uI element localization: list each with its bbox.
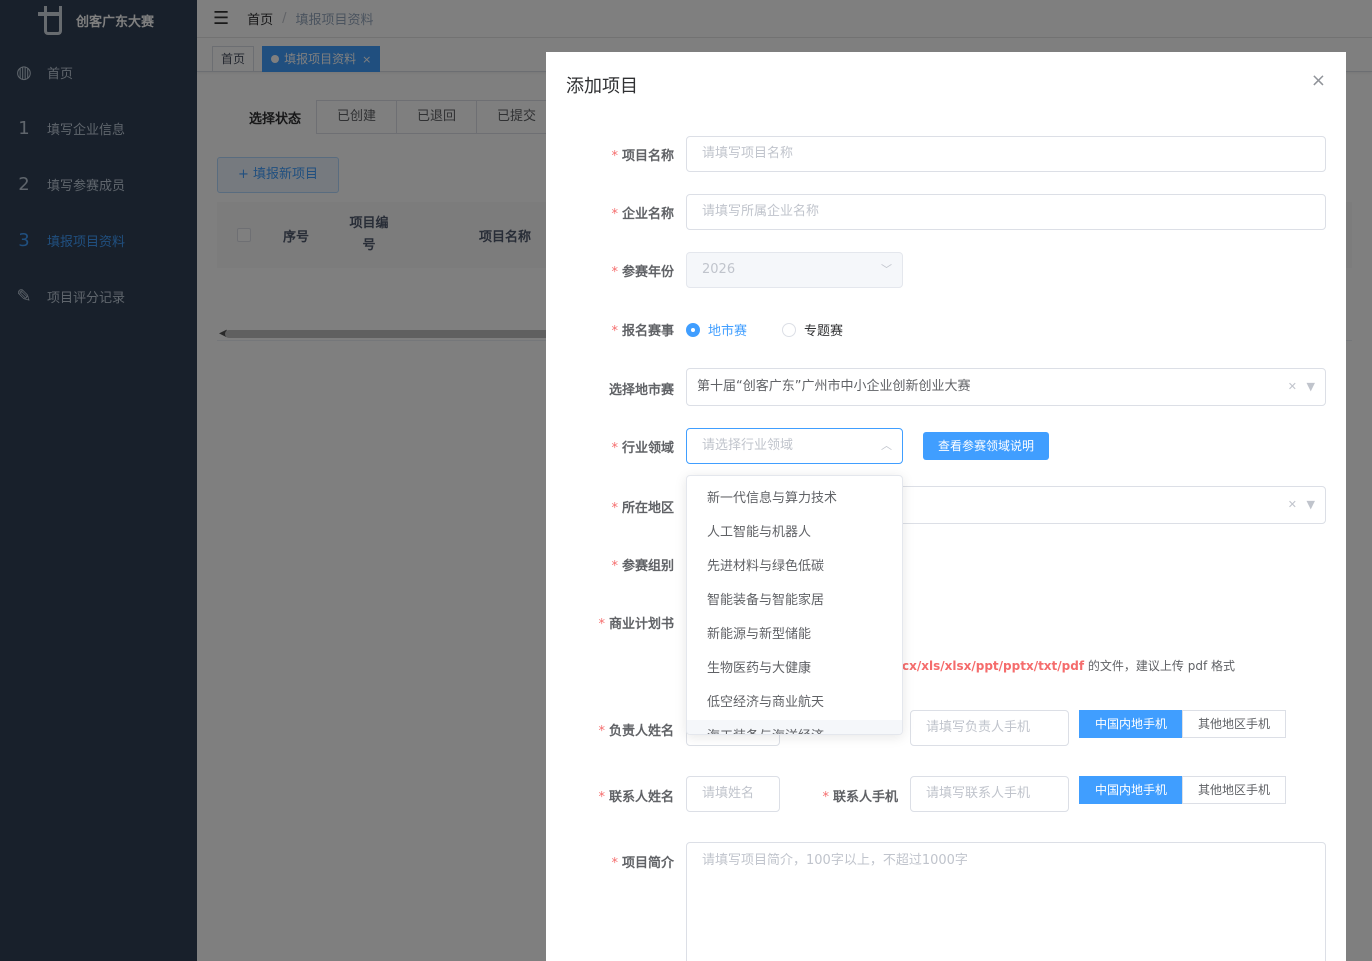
year-value: 2026 [702, 262, 736, 277]
contact-name-label: * 联系人姓名 [598, 790, 674, 805]
industry-label: * 行业领域 [611, 441, 674, 456]
business-plan-label: * 商业计划书 [598, 617, 674, 632]
upload-hint: cx/xls/xlsx/ppt/pptx/txt/pdf 的文件，建议上传 pd… [902, 659, 1235, 673]
radio-special-contest[interactable]: 专题赛 [782, 320, 843, 339]
contact-name-input[interactable]: 请填姓名 [686, 776, 780, 812]
project-name-label: * 项目名称 [611, 149, 674, 164]
close-icon[interactable]: × [1311, 70, 1326, 91]
company-name-label: * 企业名称 [611, 207, 674, 222]
group-label: * 参赛组别 [611, 559, 674, 574]
industry-dropdown: 新一代信息与算力技术 人工智能与机器人 先进材料与绿色低碳 智能装备与智能家居 … [686, 475, 903, 735]
radio-unchecked-icon [782, 322, 796, 337]
contact-phone-label: * 联系人手机 [822, 790, 898, 805]
contact-phone-type: 中国内地手机 其他地区手机 [1079, 776, 1287, 804]
intro-label: * 项目简介 [611, 856, 674, 871]
leader-label: * 负责人姓名 [598, 724, 674, 739]
year-select[interactable]: 2026 ﹀ [686, 252, 903, 288]
add-project-dialog: 添加项目 × * 项目名称 请填写项目名称 * 企业名称 请填写所属企业名称 * 参赛… [546, 52, 1346, 961]
contact-phone-other[interactable]: 其他地区手机 [1182, 776, 1287, 804]
industry-option[interactable]: 智能装备与智能家居 [687, 584, 902, 618]
contact-phone-input[interactable]: 请填写联系人手机 [910, 776, 1069, 812]
radio-city-contest[interactable]: 地市赛 [686, 320, 747, 339]
year-label: * 参赛年份 [611, 265, 674, 280]
contact-phone-mainland[interactable]: 中国内地手机 [1079, 776, 1184, 804]
chevron-down-icon: ﹀ [881, 263, 892, 276]
chevron-up-icon: ︿ [881, 439, 892, 452]
project-name-input[interactable]: 请填写项目名称 [686, 136, 1326, 172]
industry-placeholder: 请选择行业领域 [702, 438, 794, 453]
leader-phone-input[interactable]: 请填写负责人手机 [910, 710, 1069, 746]
leader-phone-mainland[interactable]: 中国内地手机 [1079, 710, 1184, 738]
leader-phone-type: 中国内地手机 其他地区手机 [1079, 710, 1287, 738]
industry-option[interactable]: 新能源与新型储能 [687, 618, 902, 652]
industry-select[interactable]: 请选择行业领域 ︿ [686, 428, 903, 464]
radio-checked-icon [686, 322, 700, 337]
city-contest-label: 选择地市赛 [608, 383, 674, 398]
clear-icon[interactable]: ✕ [1288, 369, 1297, 405]
clear-icon[interactable]: ✕ [1288, 487, 1297, 523]
industry-option[interactable]: 先进材料与绿色低碳 [687, 550, 902, 584]
city-contest-select[interactable]: 第十届“创客广东”广州市中小企业创新创业大赛 ✕ ▼ [686, 368, 1326, 406]
caret-down-icon: ▼ [1306, 380, 1315, 393]
leader-phone-other[interactable]: 其他地区手机 [1182, 710, 1287, 738]
company-name-input[interactable]: 请填写所属企业名称 [686, 194, 1326, 230]
industry-option[interactable]: 新一代信息与算力技术 [687, 482, 902, 516]
dialog-title: 添加项目 [566, 76, 638, 97]
industry-option[interactable]: 低空经济与商业航天 [687, 686, 902, 720]
competition-label: * 报名赛事 [611, 324, 674, 339]
industry-help-button[interactable]: 查看参赛领域说明 [923, 432, 1050, 460]
intro-textarea[interactable]: 请填写项目简介，100字以上，不超过1000字 [686, 842, 1326, 961]
caret-down-icon: ▼ [1306, 498, 1315, 511]
city-contest-value: 第十届“创客广东”广州市中小企业创新创业大赛 [697, 379, 971, 394]
industry-option[interactable]: 人工智能与机器人 [687, 516, 902, 550]
region-label: * 所在地区 [611, 501, 674, 516]
industry-option[interactable]: 生物医药与大健康 [687, 652, 902, 686]
industry-option[interactable]: 海工装备与海洋经济 [687, 720, 902, 734]
